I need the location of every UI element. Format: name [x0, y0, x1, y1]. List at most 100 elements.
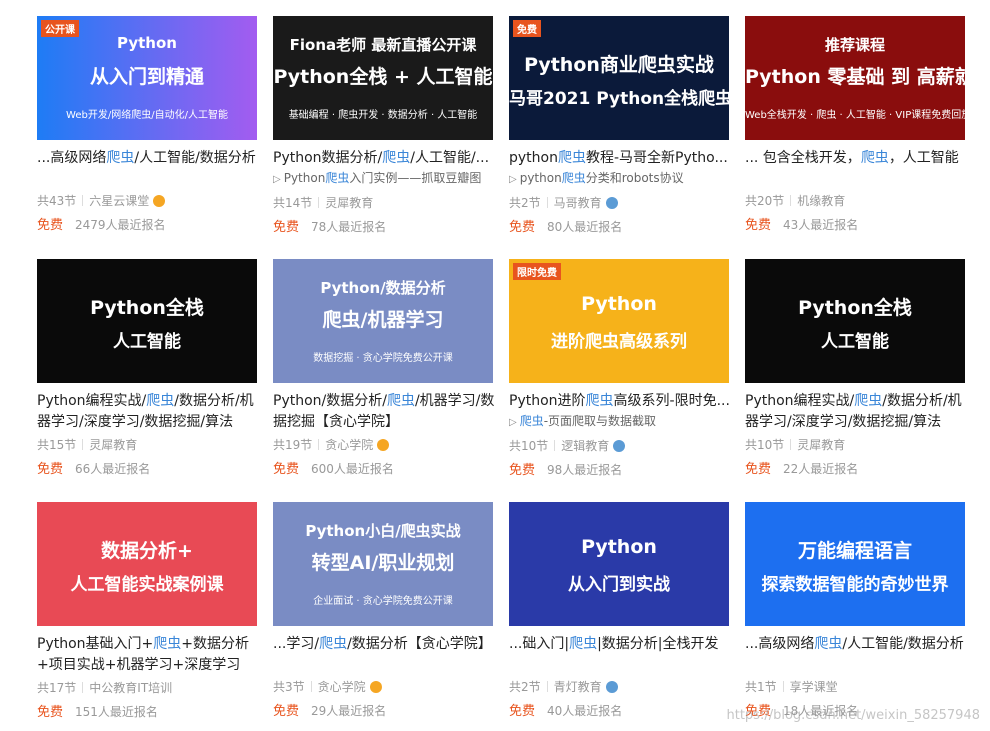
course-thumbnail[interactable]: Fiona老师 最新直播公开课 Python全栈 + 人工智能 基础编程 · 爬虫开…	[273, 16, 493, 140]
keyword-highlight: 爬虫	[153, 636, 182, 652]
thumbnail-title: Python全栈	[798, 297, 912, 319]
thumbnail-subtitle: 企业面试 · 贪心学院免费公开课	[313, 596, 453, 607]
price-row: 免费 2479人最近报名	[37, 217, 259, 234]
organization-name[interactable]: 机缘教育	[797, 194, 845, 208]
course-thumbnail[interactable]: 数据分析+ 人工智能实战案例课	[37, 502, 257, 626]
course-card[interactable]: Python全栈 人工智能 Python编程实战/爬虫/数据分析/机器学习/深度学习…	[745, 259, 967, 478]
price-row: 免费 43人最近报名	[745, 217, 967, 234]
course-card[interactable]: Python小白/爬虫实战 转型AI/职业规划 企业面试 · 贪心学院免费公开课..…	[273, 502, 495, 720]
organization-name[interactable]: 马哥教育	[554, 196, 602, 210]
thumbnail-title: 数据分析+	[101, 540, 193, 562]
course-card[interactable]: Python全栈 人工智能 Python编程实战/爬虫/数据分析/机器学习/深度学习…	[37, 259, 259, 478]
lesson-preview[interactable]: ▷ python爬虫分类和robots协议	[509, 169, 731, 189]
enrollment-count: 40人最近报名	[547, 704, 623, 718]
lesson-count: 共19节	[273, 438, 313, 452]
thumbnail-heading: 推荐课程	[824, 36, 885, 54]
price-label: 免费	[37, 218, 64, 233]
lesson-preview[interactable]: ▷ Python爬虫入门实例——抓取豆瓣图	[273, 169, 495, 189]
course-meta: 共2节 马哥教育	[509, 195, 731, 211]
verified-badge-icon	[605, 681, 618, 693]
price-row: 免费 22人最近报名	[745, 461, 967, 478]
course-title[interactable]: ...学习/爬虫/数据分析【贪心学院】	[273, 634, 495, 655]
lesson-preview[interactable]: ▷ 爬虫-页面爬取与数据截取	[509, 412, 731, 432]
course-title[interactable]: ...高级网络爬虫/人工智能/数据分析	[745, 634, 967, 655]
divider	[790, 195, 792, 206]
course-meta: 共19节 贪心学院	[273, 437, 495, 453]
keyword-highlight: 爬虫	[146, 393, 175, 409]
course-thumbnail[interactable]: 公开课 Python 从入门到精通 Web开发/网络爬虫/自动化/人工智能	[37, 16, 257, 140]
course-card[interactable]: 公开课 Python 从入门到精通 Web开发/网络爬虫/自动化/人工智能 ...高级网…	[37, 16, 259, 234]
keyword-highlight: 爬虫	[106, 150, 135, 166]
organization-name[interactable]: 中公教育IT培训	[89, 681, 172, 695]
enrollment-count: 66人最近报名	[75, 462, 151, 476]
course-thumbnail[interactable]: 推荐课程 Python 零基础 到 高薪就业 Web全栈开发 · 爬虫 · 人工智能…	[745, 16, 965, 140]
price-label: 免费	[509, 704, 536, 719]
lesson-count: 共10节	[745, 438, 785, 452]
course-title[interactable]: Python数据分析/爬虫/人工智能/...	[273, 148, 495, 169]
course-title[interactable]: ...础入门|爬虫|数据分析|全栈开发	[509, 634, 731, 655]
organization-name[interactable]: 灵犀教育	[325, 196, 373, 210]
keyword-highlight: 爬虫	[325, 171, 350, 185]
course-card[interactable]: Python/数据分析 爬虫/机器学习 数据挖掘 · 贪心学院免费公开课 Python…	[273, 259, 495, 478]
course-meta: 共17节 中公教育IT培训	[37, 680, 259, 696]
enrollment-count: 2479人最近报名	[75, 218, 166, 232]
divider	[318, 439, 320, 450]
price-label: 免费	[745, 462, 772, 477]
price-row: 免费 78人最近报名	[273, 219, 495, 236]
course-thumbnail[interactable]: 免费 Python商业爬虫实战 马哥2021 Python全栈爬虫	[509, 16, 729, 140]
organization-name[interactable]: 贪心学院	[318, 680, 366, 694]
keyword-highlight: 爬虫	[569, 636, 598, 652]
lesson-count: 共2节	[509, 680, 541, 694]
course-meta: 共15节 灵犀教育	[37, 437, 259, 453]
course-thumbnail[interactable]: Python 从入门到实战	[509, 502, 729, 626]
thumbnail-subtitle: 人工智能	[113, 332, 181, 352]
thumbnail-tag: 免费	[513, 20, 541, 37]
organization-name[interactable]: 享学课堂	[790, 680, 838, 694]
course-thumbnail[interactable]: 万能编程语言 探索数据智能的奇妙世界	[745, 502, 965, 626]
course-card[interactable]: 限时免费 Python 进阶爬虫高级系列 Python进阶爬虫高级系列-限时免... ▷…	[509, 259, 731, 479]
keyword-highlight: 爬虫	[585, 393, 614, 409]
course-card[interactable]: 免费 Python商业爬虫实战 马哥2021 Python全栈爬虫 python爬虫教…	[509, 16, 731, 236]
course-card[interactable]: Fiona老师 最新直播公开课 Python全栈 + 人工智能 基础编程 · 爬虫开…	[273, 16, 495, 236]
verified-badge-icon	[605, 197, 618, 209]
course-thumbnail[interactable]: 限时免费 Python 进阶爬虫高级系列	[509, 259, 729, 383]
course-card[interactable]: 推荐课程 Python 零基础 到 高薪就业 Web全栈开发 · 爬虫 · 人工智能…	[745, 16, 967, 234]
divider	[310, 681, 312, 692]
price-label: 免费	[273, 462, 300, 477]
organization-name[interactable]: 青灯教育	[554, 680, 602, 694]
course-title[interactable]: Python编程实战/爬虫/数据分析/机器学习/深度学习/数据挖掘/算法	[745, 391, 967, 433]
lesson-count: 共15节	[37, 438, 77, 452]
course-title[interactable]: ... 包含全栈开发，爬虫，人工智能	[745, 148, 967, 169]
course-title[interactable]: Python进阶爬虫高级系列-限时免...	[509, 391, 731, 412]
price-label: 免费	[273, 220, 300, 235]
play-icon: ▷	[509, 417, 517, 428]
course-title[interactable]: Python/数据分析/爬虫/机器学习/数据挖掘【贪心学院】	[273, 391, 495, 433]
course-card[interactable]: Python 从入门到实战 ...础入门|爬虫|数据分析|全栈开发共2节 青灯教育免费…	[509, 502, 731, 720]
organization-name[interactable]: 贪心学院	[325, 438, 373, 452]
organization-name[interactable]: 灵犀教育	[89, 438, 137, 452]
thumbnail-title: 从入门到精通	[89, 66, 204, 88]
organization-name[interactable]: 灵犀教育	[797, 438, 845, 452]
price-row: 免费 98人最近报名	[509, 462, 731, 479]
course-title[interactable]: ...高级网络爬虫/人工智能/数据分析	[37, 148, 259, 169]
lesson-count: 共2节	[509, 196, 541, 210]
course-card[interactable]: 数据分析+ 人工智能实战案例课 Python基础入门+爬虫+数据分析+项目实战+机器…	[37, 502, 259, 721]
course-thumbnail[interactable]: Python/数据分析 爬虫/机器学习 数据挖掘 · 贪心学院免费公开课	[273, 259, 493, 383]
keyword-highlight: 爬虫	[557, 150, 586, 166]
course-title[interactable]: python爬虫教程-马哥全新Pytho...	[509, 148, 731, 169]
thumbnail-subtitle: 人工智能	[821, 332, 889, 352]
thumbnail-heading: Python小白/爬虫实战	[305, 522, 461, 540]
keyword-highlight: 爬虫	[814, 636, 843, 652]
course-title[interactable]: Python基础入门+爬虫+数据分析+项目实战+机器学习+深度学习	[37, 634, 259, 676]
course-title[interactable]: Python编程实战/爬虫/数据分析/机器学习/深度学习/数据挖掘/算法	[37, 391, 259, 433]
course-card[interactable]: 万能编程语言 探索数据智能的奇妙世界 ...高级网络爬虫/人工智能/数据分析 共1节享…	[745, 502, 967, 720]
thumbnail-subtitle: Web开发/网络爬虫/自动化/人工智能	[66, 110, 228, 121]
course-thumbnail[interactable]: Python全栈 人工智能	[37, 259, 257, 383]
keyword-highlight: 爬虫	[519, 414, 544, 428]
course-thumbnail[interactable]: Python小白/爬虫实战 转型AI/职业规划 企业面试 · 贪心学院免费公开课	[273, 502, 493, 626]
organization-name[interactable]: 六星云课堂	[89, 194, 149, 208]
course-thumbnail[interactable]: Python全栈 人工智能	[745, 259, 965, 383]
lesson-count: 共20节	[745, 194, 785, 208]
organization-name[interactable]: 逻辑教育	[561, 439, 609, 453]
price-label: 免费	[509, 220, 536, 235]
